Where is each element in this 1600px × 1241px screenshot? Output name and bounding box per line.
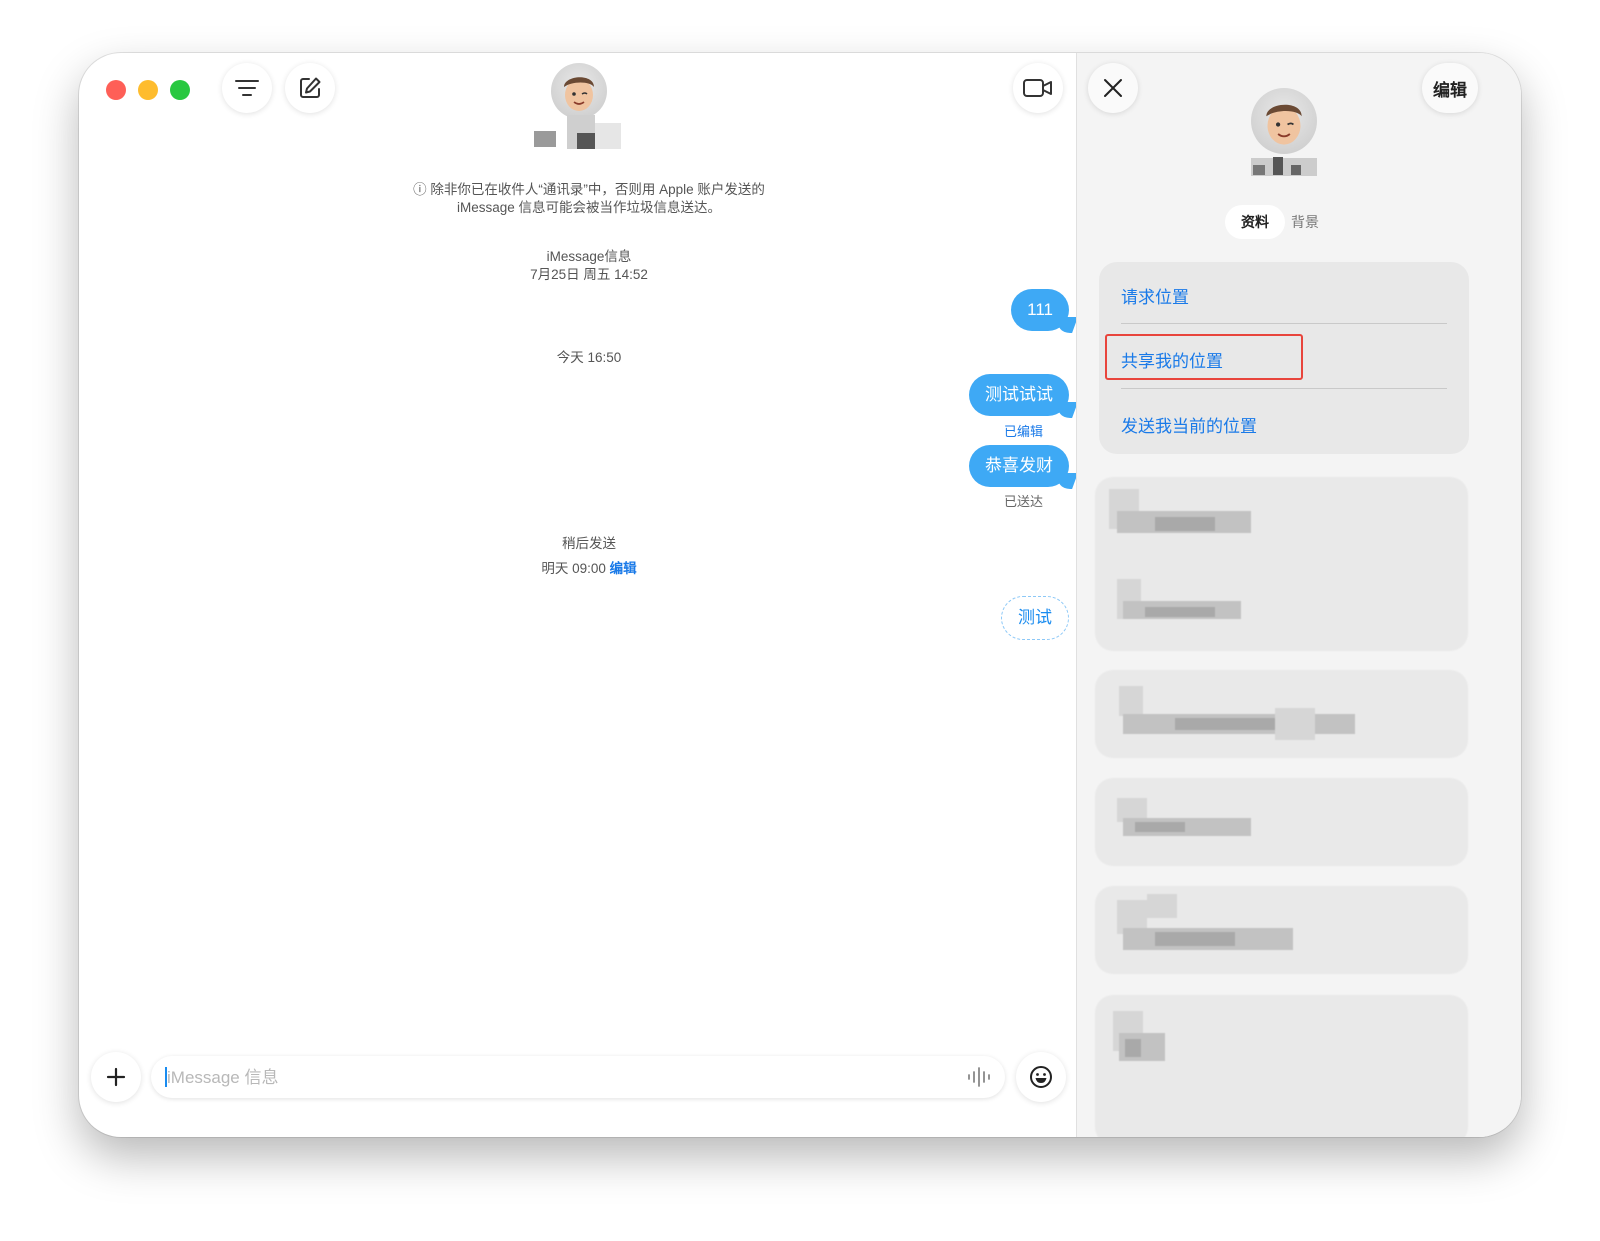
redacted-info-card (1095, 477, 1468, 651)
spam-notice-line2: iMessage 信息可能会被当作垃圾信息送达。 (456, 200, 722, 215)
scheduled-info: 明天 09:00 编辑 (79, 560, 1099, 578)
spam-notice: ⓘ 除非你已在收件人“通讯录”中，否则用 Apple 账户发送的 iMessag… (79, 181, 1099, 217)
share-my-location-button[interactable]: 共享我的位置 (1121, 347, 1223, 372)
timestamp-label: 7月25日 周五 14:52 (530, 267, 648, 282)
video-camera-icon (1023, 79, 1052, 97)
compose-button[interactable] (285, 63, 335, 113)
redacted-info-card (1095, 670, 1468, 758)
scheduled-message-bubble[interactable]: 测试 (1001, 596, 1069, 640)
edited-status[interactable]: 已编辑 (1004, 421, 1043, 440)
redacted-info-card (1095, 778, 1468, 866)
emoji-button[interactable] (1016, 1052, 1066, 1102)
close-details-button[interactable] (1088, 63, 1138, 113)
conversation-pane: ⓘ 除非你已在收件人“通讯录”中，否则用 Apple 账户发送的 iMessag… (79, 53, 1099, 1137)
compose-icon (300, 77, 321, 98)
tab-profile[interactable]: 资料 (1225, 205, 1285, 239)
redacted-info-card (1095, 995, 1468, 1137)
add-attachment-button[interactable] (91, 1052, 141, 1102)
message-bubble[interactable]: 恭喜发财 (969, 445, 1069, 487)
scheduled-time: 明天 09:00 (541, 561, 606, 576)
details-panel: 编辑 资料 背景 请求位置 共享我的位置 发送我当前的位置 (1076, 53, 1521, 1137)
timestamp-header: iMessage信息 7月25日 周五 14:52 (79, 248, 1099, 284)
edit-contact-button[interactable]: 编辑 (1422, 63, 1478, 113)
send-current-location-button[interactable]: 发送我当前的位置 (1121, 412, 1257, 437)
messages-window: ⓘ 除非你已在收件人“通讯录”中，否则用 Apple 账户发送的 iMessag… (79, 53, 1521, 1137)
waveform-icon (968, 1067, 990, 1087)
message-input-bar (151, 1056, 1005, 1100)
filter-button[interactable] (222, 63, 272, 113)
tab-background[interactable]: 背景 (1291, 205, 1319, 239)
request-location-button[interactable]: 请求位置 (1121, 283, 1189, 308)
scheduled-edit-link[interactable]: 编辑 (610, 561, 637, 576)
voice-dictation-button[interactable] (967, 1067, 991, 1092)
divider (1121, 323, 1447, 324)
emoji-icon (1030, 1066, 1052, 1088)
scheduled-label: 稍后发送 (562, 536, 616, 551)
delivered-status: 已送达 (1003, 494, 1043, 509)
memoji-avatar-icon (564, 77, 594, 111)
message-input[interactable] (165, 1056, 949, 1100)
redacted-info-card (1095, 886, 1468, 974)
timestamp-header: 今天 16:50 (556, 350, 622, 365)
details-contact-avatar[interactable] (1251, 88, 1317, 154)
facetime-video-button[interactable] (1013, 63, 1063, 113)
plus-icon (106, 1067, 126, 1087)
location-actions-card: 请求位置 共享我的位置 发送我当前的位置 (1099, 262, 1469, 454)
close-icon (1104, 79, 1122, 97)
message-bubble[interactable]: 111 (1011, 289, 1069, 331)
memoji-avatar-icon (1266, 104, 1302, 145)
divider (1121, 388, 1447, 389)
filter-lines-icon (235, 80, 259, 96)
contact-avatar[interactable] (551, 63, 607, 119)
spam-notice-line1: ⓘ 除非你已在收件人“通讯录”中，否则用 Apple 账户发送的 (413, 182, 765, 197)
service-label: iMessage信息 (546, 249, 632, 264)
message-bubble[interactable]: 测试试试 (969, 374, 1069, 416)
